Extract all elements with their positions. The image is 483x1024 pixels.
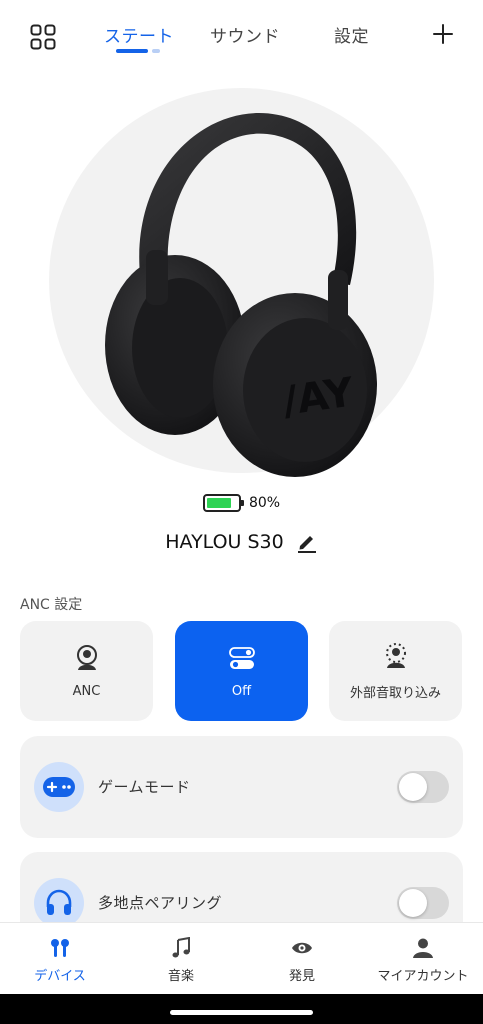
anc-mode-ambient[interactable]: 外部音取り込み xyxy=(329,621,462,721)
nav-discover-label: 発見 xyxy=(288,969,315,984)
anc-section-title: ANC 設定 xyxy=(20,597,83,613)
battery-percentage: 80% xyxy=(248,495,281,511)
grid-icon[interactable] xyxy=(30,24,56,50)
off-mode-label: Off xyxy=(231,683,252,699)
person-icon xyxy=(413,938,433,958)
game-mode-label: ゲームモード xyxy=(98,778,191,796)
headphones-product-image: /AY xyxy=(105,113,377,477)
tab-sound[interactable]: サウンド xyxy=(210,22,280,47)
nav-devices[interactable]: デバイス xyxy=(0,923,120,995)
bottom-navigation: デバイス 音楽 発見 マイアカウント xyxy=(0,922,483,994)
switch-knob xyxy=(399,889,427,917)
anc-person-icon xyxy=(76,644,97,670)
music-note-icon xyxy=(172,937,190,958)
earbuds-icon xyxy=(51,939,69,957)
nav-devices-label: デバイス xyxy=(34,969,86,984)
game-mode-icon-wrap xyxy=(34,762,84,812)
device-name-row: HAYLOU S30 xyxy=(0,531,483,553)
tab-status[interactable]: ステート xyxy=(104,22,174,47)
home-indicator[interactable] xyxy=(170,1010,313,1015)
switch-knob xyxy=(399,773,427,801)
battery-icon xyxy=(202,494,244,512)
anc-mode-anc[interactable]: ANC xyxy=(20,621,153,721)
nav-my-account[interactable]: マイアカウント xyxy=(363,923,483,995)
plus-icon[interactable] xyxy=(433,24,453,44)
headphones-icon xyxy=(46,889,72,915)
active-tab-indicator xyxy=(116,49,148,53)
top-bar: ステート サウンド 設定 xyxy=(0,0,483,70)
battery-fill xyxy=(206,498,231,508)
ambient-mode-label: 外部音取り込み xyxy=(349,685,441,701)
anc-mode-label: ANC xyxy=(72,683,101,699)
game-mode-card: ゲームモード xyxy=(20,736,463,838)
tab-settings[interactable]: 設定 xyxy=(334,22,369,47)
tab-indicator-secondary xyxy=(152,49,160,53)
nav-music[interactable]: 音楽 xyxy=(121,923,241,995)
gamepad-icon xyxy=(43,777,75,797)
eye-icon xyxy=(292,942,312,954)
edit-pencil-icon[interactable] xyxy=(296,531,318,553)
battery-status: 80% xyxy=(0,494,483,512)
device-name: HAYLOU S30 xyxy=(165,531,284,553)
multipoint-icon-wrap xyxy=(34,878,84,928)
nav-music-label: 音楽 xyxy=(167,969,194,984)
nav-my-account-label: マイアカウント xyxy=(377,969,469,984)
nav-discover[interactable]: 発見 xyxy=(242,923,362,995)
ambient-person-icon xyxy=(385,642,406,668)
system-home-bar xyxy=(0,994,483,1024)
multipoint-switch[interactable] xyxy=(397,887,449,919)
anc-mode-off[interactable]: Off xyxy=(175,621,308,721)
multipoint-label: 多地点ペアリング xyxy=(98,894,223,912)
toggle-off-icon xyxy=(228,646,255,669)
game-mode-switch[interactable] xyxy=(397,771,449,803)
